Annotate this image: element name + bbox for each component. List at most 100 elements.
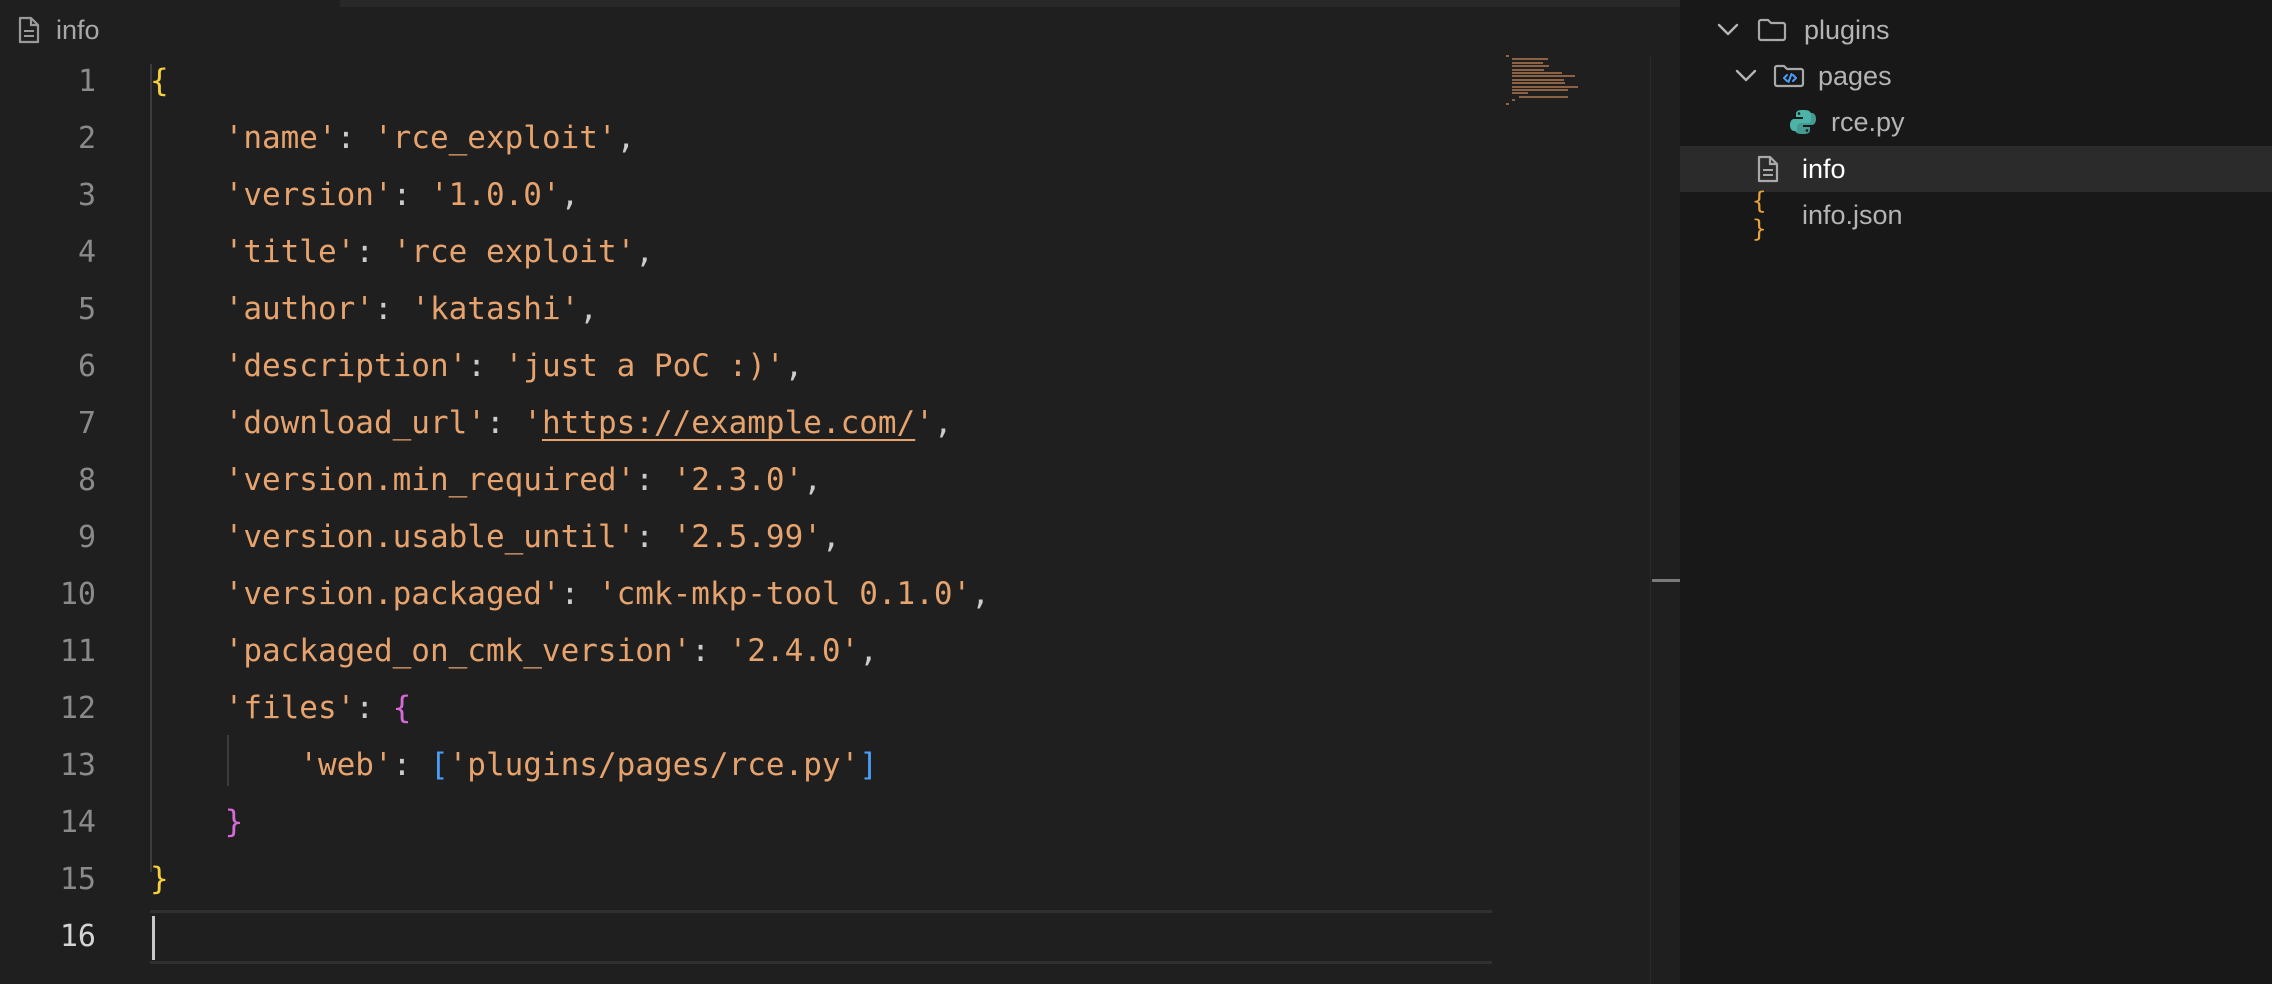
minimap-line: [1512, 92, 1529, 95]
code-editor[interactable]: info 1{2 'name': 'rce_exploit', 3 'versio…: [0, 0, 1680, 984]
code-line[interactable]: 5 'author': 'katashi',: [0, 281, 1500, 338]
minimap-line: [1512, 58, 1548, 61]
code-token: 'version.usable_until': [224, 519, 636, 555]
code-token: 'version.min_required': [224, 462, 636, 498]
line-number: 9: [77, 520, 96, 555]
breadcrumb[interactable]: info: [18, 12, 100, 48]
code-text[interactable]: 'files': {: [150, 680, 412, 737]
code-token: :: [560, 576, 598, 612]
code-token: :: [467, 348, 505, 384]
code-text[interactable]: 'title': 'rce exploit',: [150, 224, 654, 281]
code-token: ]: [859, 747, 878, 783]
code-token: ,: [821, 519, 841, 555]
breadcrumb-file-name[interactable]: info: [56, 15, 100, 46]
code-text[interactable]: 'version': '1.0.0',: [150, 167, 580, 224]
code-text[interactable]: 'web': ['plugins/pages/rce.py']: [150, 737, 878, 794]
code-token: '2.4.0': [728, 633, 860, 669]
line-number: 14: [59, 805, 96, 840]
code-line[interactable]: 14 }: [0, 794, 1500, 851]
tree-item-plugins[interactable]: plugins: [1680, 7, 2272, 53]
code-line[interactable]: 1{: [0, 53, 1500, 110]
minimap-line: [1512, 61, 1543, 64]
code-token: :: [392, 747, 430, 783]
code-line[interactable]: 4 'title': 'rce exploit',: [0, 224, 1500, 281]
code-line[interactable]: 6 'description': 'just a PoC :)',: [0, 338, 1500, 395]
code-token: ,: [579, 291, 598, 327]
minimap[interactable]: [1500, 55, 1590, 111]
code-line[interactable]: 15}: [0, 851, 1500, 908]
chevron-down-icon[interactable]: [1734, 69, 1758, 83]
code-token: :: [635, 519, 673, 555]
minimap-line: [1512, 75, 1575, 78]
code-token: '2.3.0': [672, 462, 804, 498]
scrollbar-position-marker: [1652, 579, 1680, 582]
code-text[interactable]: 'name': 'rce_exploit',: [150, 110, 636, 167]
code-text[interactable]: 'version.min_required': '2.3.0',: [150, 452, 822, 509]
code-line[interactable]: 11 'packaged_on_cmk_version': '2.4.0',: [0, 623, 1500, 680]
code-text[interactable]: 'version.usable_until': '2.5.99',: [150, 509, 841, 566]
code-text[interactable]: 'author': 'katashi',: [150, 281, 598, 338]
code-text[interactable]: 'version.packaged': 'cmk-mkp-tool 0.1.0'…: [150, 566, 990, 623]
code-line[interactable]: 9 'version.usable_until': '2.5.99',: [0, 509, 1500, 566]
current-line-highlight: [150, 910, 1492, 964]
minimap-line: [1512, 72, 1562, 74]
code-text[interactable]: 'packaged_on_cmk_version': '2.4.0',: [150, 623, 878, 680]
code-token: ,: [971, 576, 990, 612]
code-token: 'rce_exploit': [373, 120, 617, 156]
code-token: 'cmk-mkp-tool 0.1.0': [597, 576, 972, 612]
minimap-line: [1518, 95, 1569, 98]
indent-guide: [150, 64, 152, 872]
tree-item-info-json[interactable]: { } info.json: [1680, 187, 2272, 243]
tree-item-info[interactable]: info: [1680, 146, 2272, 192]
line-number: 3: [77, 178, 96, 213]
chevron-down-icon[interactable]: [1716, 23, 1740, 37]
code-token: :: [691, 633, 729, 669]
minimap-line: [1506, 102, 1509, 105]
code-link[interactable]: https://example.com/: [542, 405, 915, 441]
tree-item-pages[interactable]: pages: [1680, 53, 2272, 99]
code-text[interactable]: 'download_url': 'https://example.com/',: [150, 395, 953, 452]
code-line[interactable]: 12 'files': {: [0, 680, 1500, 737]
code-token: 'just a PoC :)': [504, 348, 785, 384]
minimap-line: [1506, 55, 1509, 57]
code-token: 'version.packaged': [224, 576, 561, 612]
code-token: 'plugins/pages/rce.py': [448, 747, 860, 783]
folder-icon: [1756, 18, 1788, 42]
code-text[interactable]: }: [150, 851, 169, 908]
code-token: :: [355, 234, 393, 270]
line-number: 12: [59, 691, 96, 726]
line-number: 7: [77, 406, 96, 441]
code-line[interactable]: 13 'web': ['plugins/pages/rce.py']: [0, 737, 1500, 794]
tree-item-label: info.json: [1802, 199, 1903, 230]
code-token: {: [150, 63, 169, 99]
code-token: 'description': [224, 348, 468, 384]
minimap-line: [1512, 89, 1569, 91]
code-token: 'download_url': [224, 405, 486, 441]
tree-item-rce-py[interactable]: rce.py: [1680, 99, 2272, 145]
vertical-scrollbar[interactable]: [1650, 55, 1680, 984]
code-token: :: [485, 405, 524, 441]
file-explorer[interactable]: plugins pages rce.py info { } info.json: [1680, 0, 2272, 984]
code-text[interactable]: }: [150, 794, 244, 851]
code-text[interactable]: {: [150, 53, 169, 110]
code-line[interactable]: 8 'version.min_required': '2.3.0',: [0, 452, 1500, 509]
line-number: 4: [77, 235, 96, 270]
code-line[interactable]: 10 'version.packaged': 'cmk-mkp-tool 0.1…: [0, 566, 1500, 623]
code-token: '1.0.0': [429, 177, 561, 213]
code-line[interactable]: 7 'download_url': 'https://example.com/'…: [0, 395, 1500, 452]
line-number: 5: [77, 292, 96, 327]
code-line[interactable]: 3 'version': '1.0.0',: [0, 167, 1500, 224]
code-line[interactable]: 2 'name': 'rce_exploit',: [0, 110, 1500, 167]
json-braces-icon: { }: [1752, 187, 1767, 243]
minimap-line: [1512, 65, 1550, 68]
line-number: 1: [77, 64, 96, 99]
code-text[interactable]: 'description': 'just a PoC :)',: [150, 338, 804, 395]
tab-strip-edge: [340, 0, 1680, 7]
